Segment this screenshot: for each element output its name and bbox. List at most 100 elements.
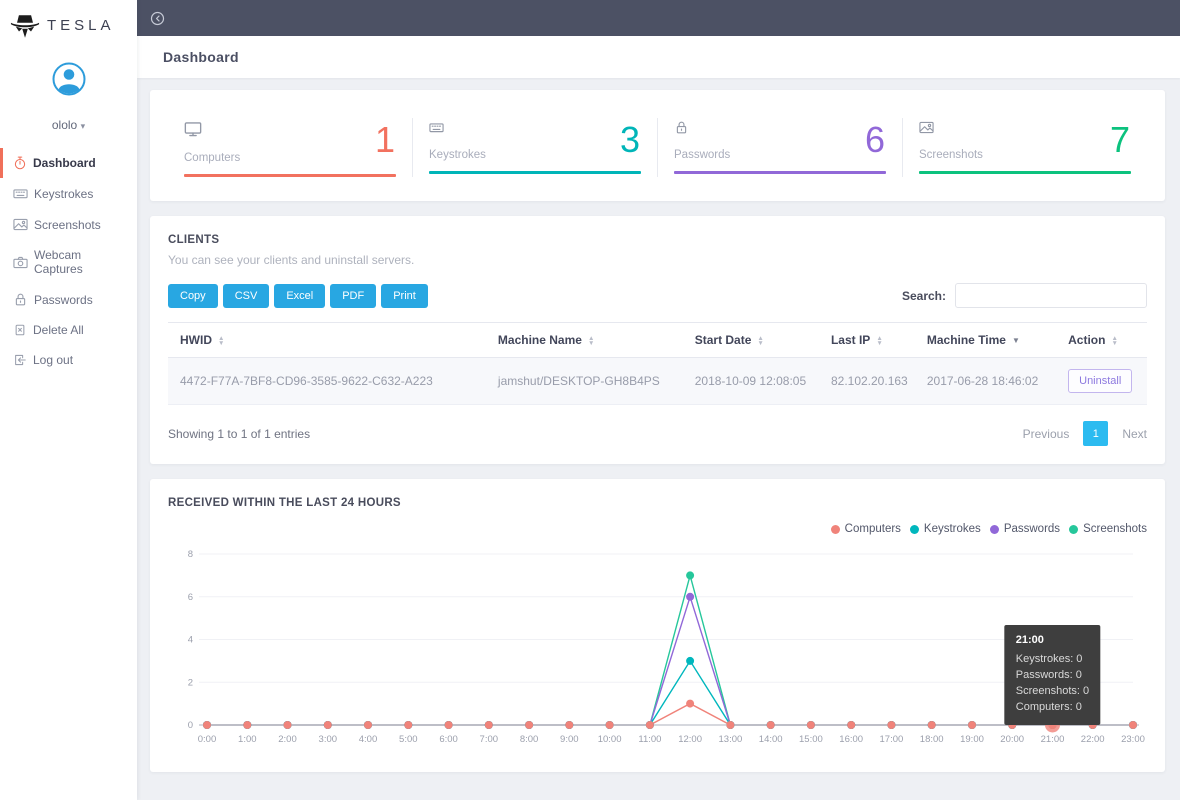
chart-title: RECEIVED WITHIN THE LAST 24 HOURS: [168, 497, 401, 509]
brand-logo[interactable]: TESLA: [0, 0, 137, 47]
keyboard-icon: [13, 186, 28, 201]
cell-last-ip: 82.102.20.163: [819, 358, 915, 405]
cell-machine-time: 2017-06-28 18:46:02: [915, 358, 1056, 405]
column-header-last-ip[interactable]: Last IP▲▼: [819, 323, 915, 358]
page-title: Dashboard: [163, 49, 239, 65]
sort-icon: ▲▼: [876, 336, 882, 346]
svg-text:21:00: 21:00: [1041, 734, 1065, 745]
svg-text:16:00: 16:00: [839, 734, 863, 745]
export-excel-button[interactable]: Excel: [274, 284, 325, 308]
svg-text:20:00: 20:00: [1000, 734, 1024, 745]
tooltip-line: Screenshots: 0: [1016, 684, 1089, 700]
brand-name: TESLA: [47, 17, 115, 34]
legend-item-keystrokes[interactable]: Keystrokes: [910, 523, 981, 535]
delete-icon: [13, 323, 27, 337]
page-number-button[interactable]: 1: [1083, 421, 1108, 446]
stats-panel: Computers 1 Keystrokes 3 Passwords 6 Scr…: [150, 90, 1165, 201]
line-chart[interactable]: 024680:001:002:003:004:005:006:007:008:0…: [168, 541, 1147, 753]
svg-text:2:00: 2:00: [278, 734, 297, 745]
column-header-machine-time[interactable]: Machine Time ▼: [915, 323, 1056, 358]
chevron-down-icon: ▾: [81, 121, 86, 131]
svg-text:13:00: 13:00: [719, 734, 743, 745]
username-dropdown[interactable]: ololo ▾: [0, 118, 137, 132]
content: Computers 1 Keystrokes 3 Passwords 6 Scr…: [137, 78, 1180, 800]
tooltip-values: Keystrokes: 0Passwords: 0Screenshots: 0C…: [1016, 652, 1089, 716]
svg-text:9:00: 9:00: [560, 734, 579, 745]
stat-underline: [429, 171, 641, 174]
column-label: Machine Time: [927, 333, 1006, 347]
user-profile: ololo ▾: [0, 47, 137, 148]
svg-text:0: 0: [188, 720, 193, 731]
keyboard-icon: [429, 120, 444, 135]
svg-text:7:00: 7:00: [480, 734, 499, 745]
stat-value: 7: [1110, 120, 1131, 160]
previous-page-button[interactable]: Previous: [1023, 427, 1070, 441]
export-copy-button[interactable]: Copy: [168, 284, 218, 308]
topbar: [137, 0, 1180, 36]
search-label: Search:: [902, 289, 946, 303]
username-label: ololo: [52, 118, 77, 132]
sidebar-item-label: Screenshots: [34, 218, 101, 232]
lock-icon: [13, 292, 28, 307]
sidebar-item-delete-all[interactable]: Delete All: [0, 315, 137, 345]
next-page-button[interactable]: Next: [1122, 427, 1147, 441]
action-cell: Uninstall: [1056, 358, 1147, 405]
legend-dot: [910, 525, 919, 534]
legend-dot: [831, 525, 840, 534]
uninstall-button[interactable]: Uninstall: [1068, 369, 1132, 393]
sort-icon: ▲▼: [218, 336, 224, 346]
sidebar-item-screenshots[interactable]: Screenshots: [0, 209, 137, 240]
table-toolbar: CopyCSVExcelPDFPrint Search:: [168, 283, 1147, 308]
stat-card-computers: Computers 1: [168, 118, 413, 177]
sidebar-item-keystrokes[interactable]: Keystrokes: [0, 178, 137, 209]
column-header-machine-name[interactable]: Machine Name▲▼: [486, 323, 683, 358]
column-header-start-date[interactable]: Start Date▲▼: [683, 323, 819, 358]
main-area: Dashboard Computers 1 Keystrokes 3 Passw…: [137, 0, 1180, 800]
column-header-action[interactable]: Action▲▼: [1056, 323, 1147, 358]
webcam-icon: [13, 255, 28, 270]
legend-label: Computers: [845, 523, 901, 535]
clients-title: CLIENTS: [168, 234, 1147, 246]
column-header-hwid[interactable]: HWID▲▼: [168, 323, 486, 358]
legend-label: Keystrokes: [924, 523, 981, 535]
table-header-row: HWID▲▼Machine Name▲▼Start Date▲▼Last IP▲…: [168, 323, 1147, 358]
stat-label: Computers: [184, 152, 240, 164]
sidebar-item-label: Dashboard: [33, 156, 96, 170]
svg-text:4:00: 4:00: [359, 734, 378, 745]
pagination: Previous 1 Next: [1023, 421, 1147, 446]
chart-tooltip: 21:00 Keystrokes: 0Passwords: 0Screensho…: [1005, 625, 1100, 725]
image-icon: [13, 217, 28, 232]
sidebar: TESLA ololo ▾ Dashboard Keystrokes Screens…: [0, 0, 137, 800]
spy-hat-icon: [10, 12, 40, 39]
export-print-button[interactable]: Print: [381, 284, 428, 308]
export-csv-button[interactable]: CSV: [223, 284, 270, 308]
export-pdf-button[interactable]: PDF: [330, 284, 376, 308]
computer-icon: [184, 120, 202, 138]
sort-desc-icon: ▼: [1012, 336, 1020, 345]
chart-panel: RECEIVED WITHIN THE LAST 24 HOURS Comput…: [150, 479, 1165, 772]
legend-label: Screenshots: [1083, 523, 1147, 535]
sidebar-collapse-icon[interactable]: [150, 11, 165, 26]
stat-value: 6: [865, 120, 886, 160]
export-buttons: CopyCSVExcelPDFPrint: [168, 284, 433, 308]
legend-item-screenshots[interactable]: Screenshots: [1069, 523, 1147, 535]
svg-text:0:00: 0:00: [198, 734, 217, 745]
chart-area: 024680:001:002:003:004:005:006:007:008:0…: [168, 541, 1147, 758]
svg-text:2: 2: [188, 677, 193, 688]
table-body: 4472-F77A-7BF8-CD96-3585-9622-C632-A223j…: [168, 358, 1147, 405]
avatar[interactable]: [51, 61, 87, 97]
sidebar-item-log-out[interactable]: Log out: [0, 345, 137, 375]
svg-text:17:00: 17:00: [880, 734, 904, 745]
legend-item-passwords[interactable]: Passwords: [990, 523, 1060, 535]
sidebar-item-label: Webcam Captures: [34, 248, 129, 276]
search-input[interactable]: [955, 283, 1147, 308]
sidebar-item-passwords[interactable]: Passwords: [0, 284, 137, 315]
sidebar-item-dashboard[interactable]: Dashboard: [0, 148, 137, 178]
tooltip-line: Computers: 0: [1016, 700, 1089, 716]
svg-text:8:00: 8:00: [520, 734, 539, 745]
legend-dot: [990, 525, 999, 534]
legend-item-computers[interactable]: Computers: [831, 523, 901, 535]
page-header: Dashboard: [137, 36, 1180, 78]
sidebar-item-webcam-captures[interactable]: Webcam Captures: [0, 240, 137, 284]
sidebar-item-label: Log out: [33, 353, 73, 367]
